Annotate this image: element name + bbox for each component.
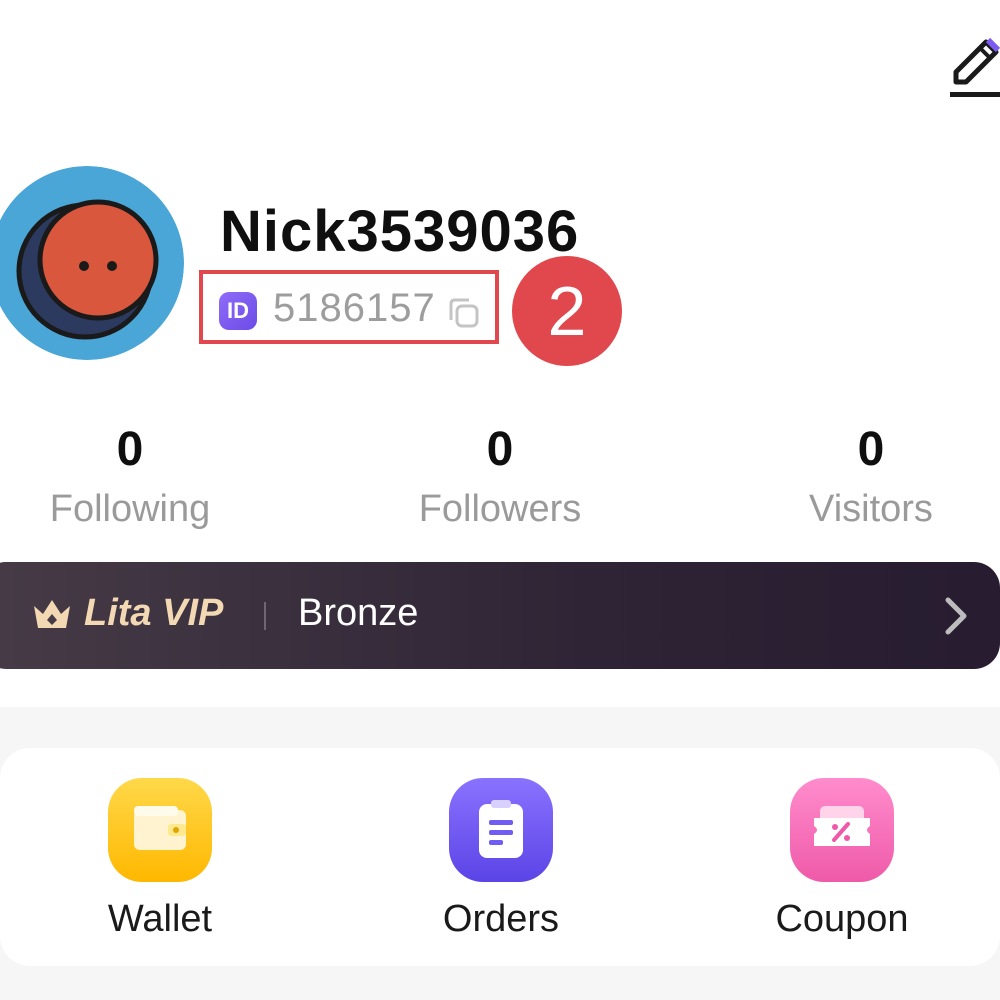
copy-icon[interactable]: [447, 296, 481, 330]
id-badge-icon: ID: [219, 292, 257, 330]
crown-icon: [34, 600, 70, 628]
avatar[interactable]: [0, 166, 184, 360]
vip-tier: Bronze: [298, 592, 419, 634]
chevron-right-icon: [945, 597, 967, 635]
shortcut-label: Wallet: [107, 898, 213, 940]
avatar-face-icon: [0, 166, 184, 360]
stat-label: Followers: [418, 488, 582, 530]
stat-value: 0: [857, 423, 885, 476]
edit-profile-button[interactable]: [946, 36, 1000, 100]
stat-label: Following: [49, 488, 211, 530]
vip-divider: [264, 602, 266, 630]
stat-following[interactable]: 0 Following: [0, 420, 260, 536]
shortcuts-card: Wallet Orders Coupon: [0, 748, 1000, 966]
coupon-icon: [790, 778, 894, 882]
stat-visitors[interactable]: 0 Visitors: [741, 420, 1000, 536]
user-id-row[interactable]: ID 5186157: [199, 270, 499, 344]
pencil-icon: [950, 37, 1000, 97]
vip-banner[interactable]: Lita VIP Bronze: [0, 562, 1000, 669]
user-id-value: 5186157: [273, 286, 436, 330]
shortcut-label: Orders: [442, 898, 560, 940]
stat-value: 0: [116, 423, 144, 476]
annotation-step-badge: 2: [512, 256, 622, 366]
wallet-icon: [108, 778, 212, 882]
coupon-button[interactable]: Coupon: [732, 778, 952, 942]
username: Nick3539036: [220, 199, 580, 264]
orders-icon: [449, 778, 553, 882]
orders-button[interactable]: Orders: [391, 778, 611, 942]
stat-value: 0: [486, 423, 514, 476]
wallet-button[interactable]: Wallet: [50, 778, 270, 942]
stat-label: Visitors: [809, 488, 933, 530]
vip-label: Lita VIP: [84, 592, 224, 634]
stat-followers[interactable]: 0 Followers: [370, 420, 630, 536]
shortcut-label: Coupon: [775, 898, 909, 940]
